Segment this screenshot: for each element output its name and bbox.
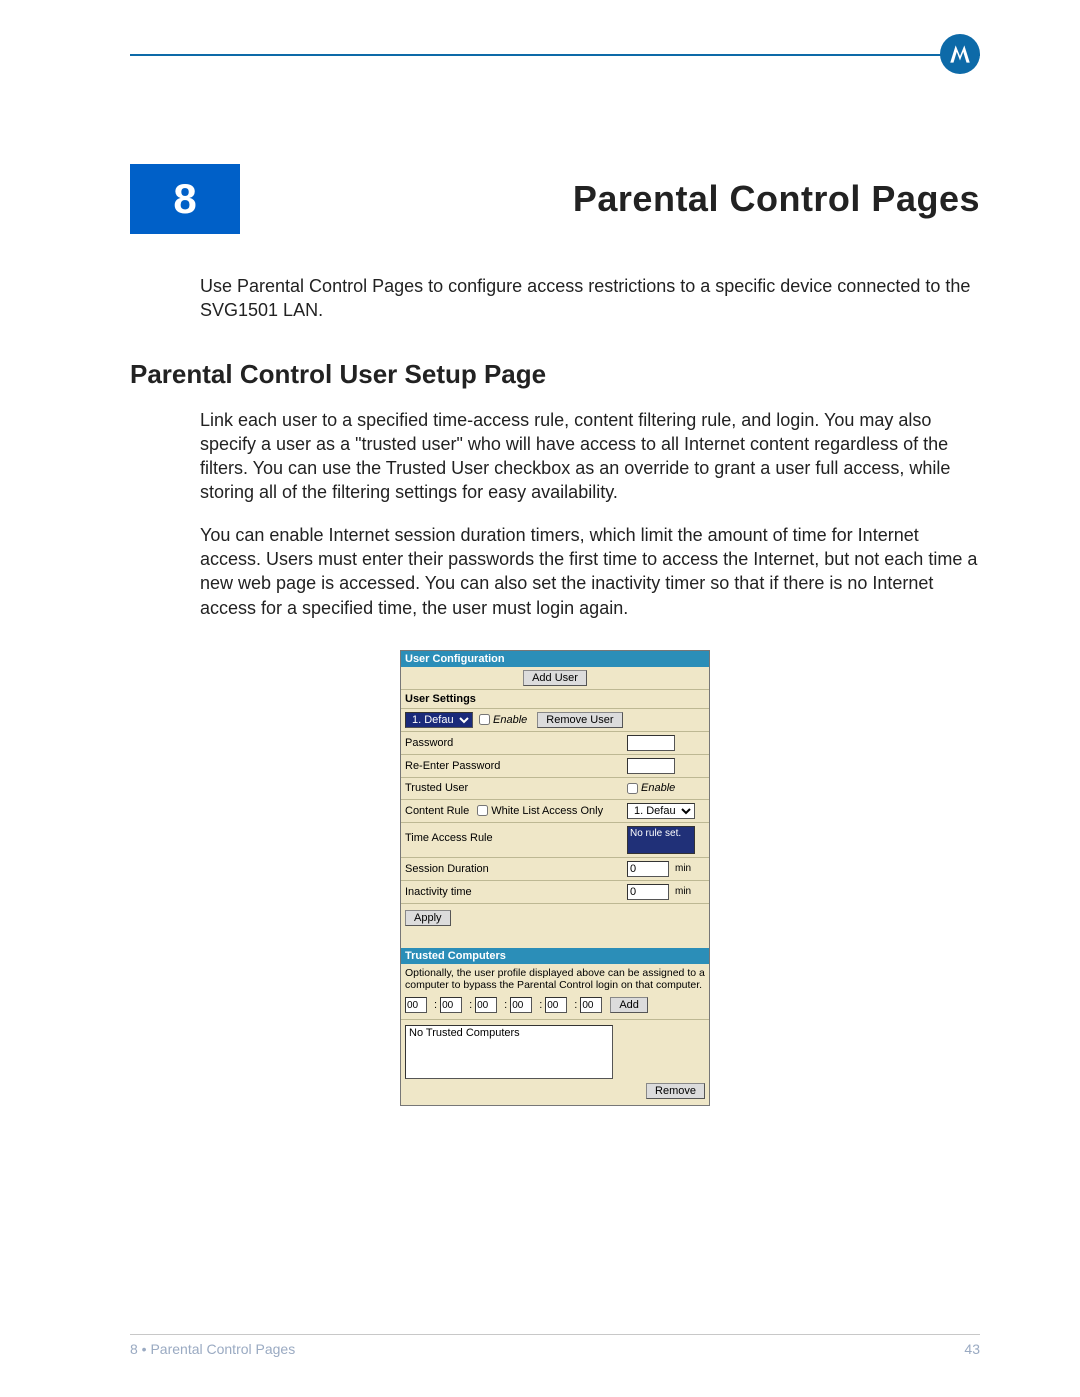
footer-left: 8 • Parental Control Pages (130, 1341, 295, 1357)
mac-octet-3[interactable] (475, 997, 497, 1013)
body-paragraph-2: You can enable Internet session duration… (200, 523, 980, 620)
remove-mac-button[interactable]: Remove (646, 1083, 705, 1099)
password-label: Password (405, 737, 627, 749)
add-user-button[interactable]: Add User (523, 670, 587, 686)
time-access-rule-listbox[interactable]: No rule set. (627, 826, 695, 854)
footer-page-number: 43 (964, 1341, 980, 1357)
panel-subheader-user-settings: User Settings (401, 690, 709, 709)
user-setup-panel: User Configuration Add User User Setting… (400, 650, 710, 1106)
trusted-user-label: Trusted User (405, 782, 627, 794)
body-paragraph-1: Link each user to a specified time-acces… (200, 408, 980, 505)
white-list-checkbox[interactable]: White List Access Only (477, 805, 603, 817)
inactivity-time-label: Inactivity time (405, 886, 627, 898)
inactivity-time-input[interactable] (627, 884, 669, 900)
minutes-unit: min (675, 863, 691, 874)
mac-octet-2[interactable] (440, 997, 462, 1013)
mac-octet-5[interactable] (545, 997, 567, 1013)
chapter-number-box: 8 (130, 164, 240, 234)
minutes-unit: min (675, 886, 691, 897)
password-input[interactable] (627, 735, 675, 751)
session-duration-label: Session Duration (405, 863, 627, 875)
reenter-password-label: Re-Enter Password (405, 760, 627, 772)
add-mac-button[interactable]: Add (610, 997, 648, 1013)
trusted-computers-description: Optionally, the user profile displayed a… (401, 964, 709, 994)
intro-paragraph: Use Parental Control Pages to configure … (200, 274, 980, 323)
chapter-title: Parental Control Pages (276, 178, 980, 220)
user-select[interactable]: 1. Default (405, 712, 473, 728)
remove-user-button[interactable]: Remove User (537, 712, 622, 728)
content-rule-select[interactable]: 1. Default (627, 803, 695, 819)
session-duration-input[interactable] (627, 861, 669, 877)
trusted-user-enable-checkbox[interactable]: Enable (627, 782, 675, 794)
panel-header-user-configuration: User Configuration (401, 651, 709, 667)
panel-header-trusted-computers: Trusted Computers (401, 948, 709, 964)
mac-octet-6[interactable] (580, 997, 602, 1013)
mac-octet-1[interactable] (405, 997, 427, 1013)
reenter-password-input[interactable] (627, 758, 675, 774)
time-access-rule-label: Time Access Rule (405, 826, 627, 844)
apply-button[interactable]: Apply (405, 910, 451, 926)
motorola-logo-icon (940, 34, 980, 74)
content-rule-label: Content Rule (405, 805, 469, 817)
mac-octet-4[interactable] (510, 997, 532, 1013)
user-enable-checkbox[interactable]: Enable (479, 714, 527, 726)
trusted-computers-listbox[interactable]: No Trusted Computers (405, 1025, 613, 1079)
section-heading: Parental Control User Setup Page (130, 359, 980, 390)
